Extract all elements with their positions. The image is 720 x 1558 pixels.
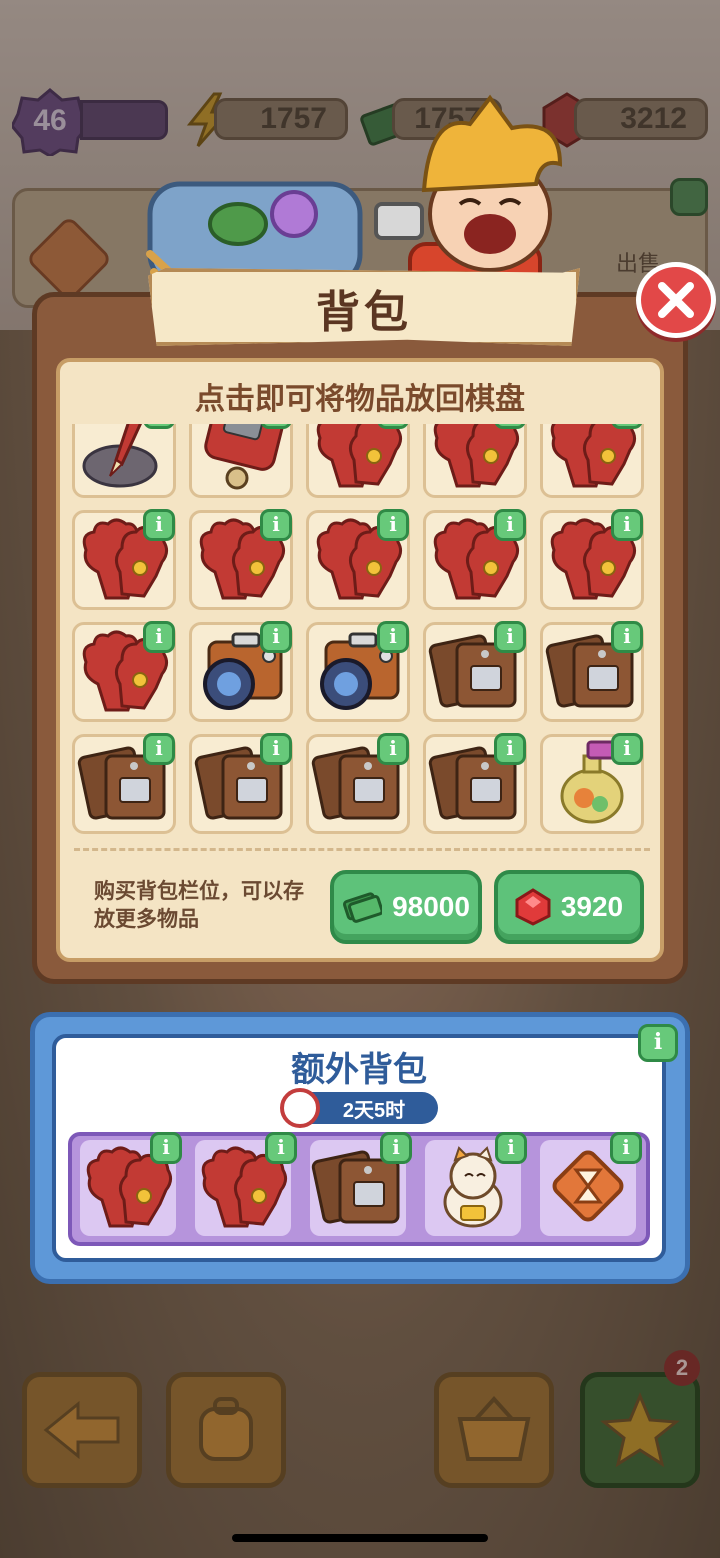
info-button[interactable]: i (260, 733, 292, 765)
extra-info-button[interactable]: i (638, 1024, 678, 1062)
backpack-slot[interactable]: i (306, 509, 410, 610)
backpack-slot[interactable]: i (72, 424, 176, 498)
gem-icon (515, 888, 551, 926)
info-button[interactable]: i (260, 509, 292, 541)
info-button[interactable]: i (611, 733, 643, 765)
suitcase-icon (193, 424, 289, 495)
info-button[interactable]: i (260, 621, 292, 653)
item-grid: iiiiiiiiiiiiiiiiiiii (72, 424, 644, 834)
info-button[interactable]: i (150, 1132, 182, 1164)
info-button[interactable]: i (143, 733, 175, 765)
modal-title: 背包 (316, 288, 412, 337)
glove-icon (427, 424, 523, 495)
backpack-slot[interactable]: i (189, 621, 293, 722)
info-button[interactable]: i (377, 733, 409, 765)
backpack-slot[interactable]: i (306, 733, 410, 834)
backpack-slot[interactable]: i (306, 424, 410, 498)
info-button[interactable]: i (611, 509, 643, 541)
buy-with-gems-button[interactable]: 3920 (494, 870, 644, 944)
backpack-slot[interactable]: i (423, 424, 527, 498)
extra-backpack-title: 额外背包 (291, 1051, 427, 1089)
glove-icon (544, 424, 640, 495)
gem-price: 3920 (560, 891, 624, 922)
extra-slot[interactable]: i (310, 1132, 412, 1236)
backpack-slot[interactable]: i (189, 509, 293, 610)
home-indicator[interactable] (232, 1534, 488, 1542)
info-button[interactable]: i (495, 1132, 527, 1164)
extra-slot[interactable]: i (540, 1132, 642, 1236)
backpack-slot[interactable]: i (423, 621, 527, 722)
info-button[interactable]: i (494, 621, 526, 653)
info-button[interactable]: i (265, 1132, 297, 1164)
extra-slots: iiiii (80, 1132, 642, 1236)
info-button[interactable]: i (610, 1132, 642, 1164)
backpack-slot[interactable]: i (72, 733, 176, 834)
extra-slot[interactable]: i (195, 1132, 297, 1236)
info-button[interactable]: i (611, 621, 643, 653)
divider (74, 848, 650, 851)
buy-with-cash-button[interactable]: 98000 (330, 870, 482, 944)
backpack-slot[interactable]: i (423, 733, 527, 834)
backpack-slot[interactable]: i (189, 424, 293, 498)
clock-icon (280, 1088, 320, 1128)
info-button[interactable]: i (377, 621, 409, 653)
buy-slots-text: 购买背包栏位，可以存放更多物品 (94, 880, 304, 931)
cash-icon (343, 892, 383, 923)
info-button[interactable]: i (143, 621, 175, 653)
backpack-slot[interactable]: i (540, 424, 644, 498)
cash-price: 98000 (392, 891, 470, 922)
info-button[interactable]: i (494, 509, 526, 541)
modal-subtitle: 点击即可将物品放回棋盘 (195, 383, 525, 416)
backpack-slot[interactable]: i (189, 733, 293, 834)
glove-icon (310, 424, 406, 495)
extra-slot[interactable]: i (425, 1132, 527, 1236)
info-button[interactable]: i (377, 509, 409, 541)
trowel-icon (76, 424, 172, 495)
backpack-slot[interactable]: i (540, 509, 644, 610)
backpack-slot[interactable]: i (540, 733, 644, 834)
info-button[interactable]: i (143, 509, 175, 541)
close-icon (658, 282, 694, 318)
close-button[interactable] (636, 262, 716, 338)
item-grid-scroll[interactable]: iiiiiiiiiiiiiiiiiiii (72, 424, 656, 842)
backpack-slot[interactable]: i (72, 621, 176, 722)
backpack-slot[interactable]: i (540, 621, 644, 722)
backpack-slot[interactable]: i (72, 509, 176, 610)
backpack-slot[interactable]: i (423, 509, 527, 610)
extra-timer-value: 2天5时 (342, 1099, 406, 1122)
extra-slot[interactable]: i (80, 1132, 182, 1236)
backpack-slot[interactable]: i (306, 621, 410, 722)
info-button[interactable]: i (494, 733, 526, 765)
info-button[interactable]: i (380, 1132, 412, 1164)
